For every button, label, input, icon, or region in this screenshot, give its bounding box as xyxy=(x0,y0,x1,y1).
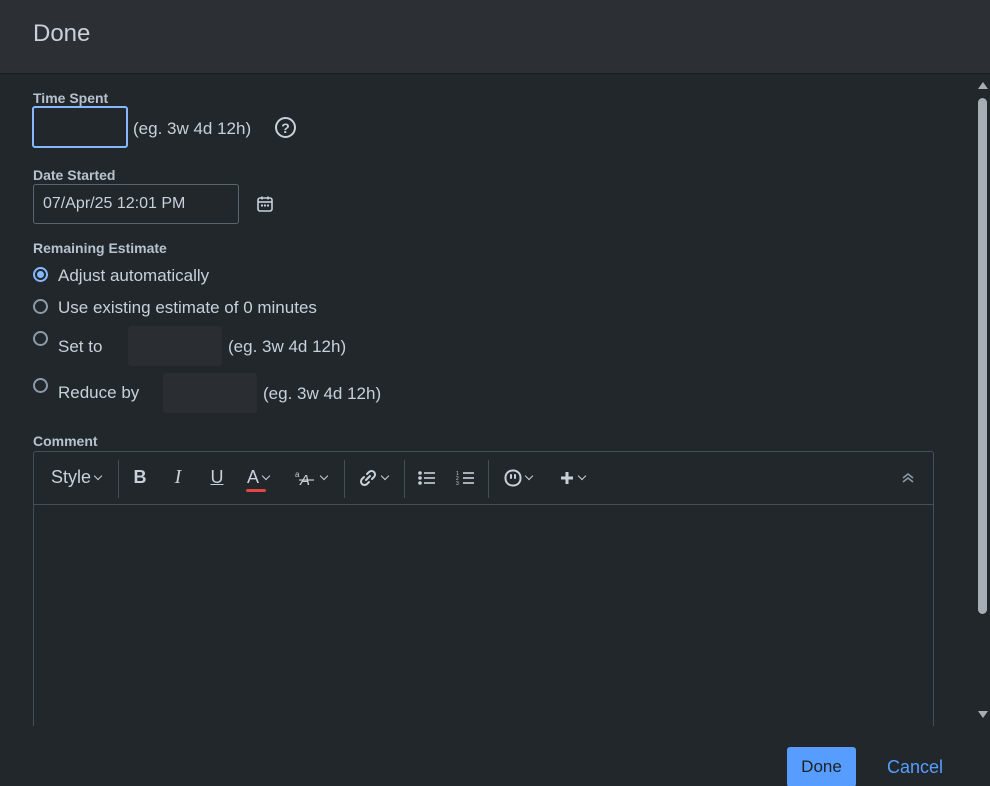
radio-adjust-automatically[interactable] xyxy=(33,267,48,282)
set-to-hint: (eg. 3w 4d 12h) xyxy=(228,337,347,356)
scroll-down-arrow-icon[interactable] xyxy=(978,711,988,718)
cancel-button[interactable]: Cancel xyxy=(876,747,954,786)
scroll-up-arrow-icon[interactable] xyxy=(978,82,988,89)
emoji-button[interactable] xyxy=(498,464,538,491)
editor-toolbar: Style B I U A a A 1 2 3 xyxy=(34,452,933,505)
chevron-down-icon xyxy=(380,471,390,480)
toolbar-divider xyxy=(344,460,345,498)
italic-button[interactable]: I xyxy=(166,464,190,491)
chevron-down-icon xyxy=(261,471,271,480)
collapse-toolbar-button[interactable] xyxy=(898,464,918,491)
remaining-estimate-label: Remaining Estimate xyxy=(33,240,167,256)
radio-use-existing[interactable] xyxy=(33,299,48,314)
comment-text-area[interactable] xyxy=(34,506,933,726)
time-spent-hint: (eg. 3w 4d 12h) xyxy=(133,119,252,138)
radio-reduce-by[interactable] xyxy=(33,378,48,393)
log-work-dialog: Done Time Spent (eg. 3w 4d 12h) ? Date S… xyxy=(0,0,990,786)
link-icon xyxy=(359,469,377,486)
toolbar-divider xyxy=(404,460,405,498)
comment-label: Comment xyxy=(33,433,98,449)
radio-label-reduce-by: Reduce by xyxy=(58,383,140,402)
chevron-down-icon xyxy=(577,471,587,480)
comment-editor: Style B I U A a A 1 2 3 xyxy=(33,451,934,726)
text-formatting-button[interactable]: a A xyxy=(292,464,330,491)
emoji-icon xyxy=(504,469,522,486)
help-icon[interactable]: ? xyxy=(275,117,296,138)
link-button[interactable] xyxy=(354,464,392,491)
chevron-down-icon xyxy=(524,471,534,480)
bullet-list-button[interactable] xyxy=(415,464,439,491)
radio-label-set-to: Set to xyxy=(58,337,103,356)
calendar-icon[interactable] xyxy=(256,195,274,213)
double-chevron-up-icon xyxy=(902,472,914,483)
radio-label-use-existing: Use existing estimate of 0 minutes xyxy=(58,298,317,317)
underline-button[interactable]: U xyxy=(205,464,229,491)
date-started-label: Date Started xyxy=(33,167,116,183)
set-to-input[interactable] xyxy=(128,326,222,366)
text-color-glyph: A xyxy=(246,467,259,487)
toolbar-divider xyxy=(488,460,489,498)
chevron-down-icon xyxy=(319,471,329,480)
bold-button[interactable]: B xyxy=(128,464,152,491)
dialog-body: Time Spent (eg. 3w 4d 12h) ? Date Starte… xyxy=(0,74,975,726)
reduce-by-input[interactable] xyxy=(163,373,257,413)
chevron-down-icon xyxy=(93,471,103,480)
radio-label-adjust-automatically: Adjust automatically xyxy=(58,266,210,285)
bullet-list-icon xyxy=(418,470,435,485)
style-dropdown-label: Style xyxy=(50,467,92,487)
toolbar-divider xyxy=(118,460,119,498)
date-started-input[interactable]: 07/Apr/25 12:01 PM xyxy=(33,184,239,224)
numbered-list-icon: 1 2 3 xyxy=(456,471,474,486)
time-spent-input[interactable] xyxy=(32,106,128,148)
scrollbar[interactable] xyxy=(975,74,990,726)
scrollbar-thumb[interactable] xyxy=(978,98,987,614)
dialog-title: Done xyxy=(33,20,91,47)
reduce-by-hint: (eg. 3w 4d 12h) xyxy=(263,384,382,403)
numbered-list-button[interactable]: 1 2 3 xyxy=(454,464,478,491)
text-color-underline xyxy=(245,489,266,492)
time-spent-label: Time Spent xyxy=(33,90,109,106)
svg-text:3: 3 xyxy=(456,481,459,486)
text-color-icon: A xyxy=(245,467,266,492)
style-dropdown[interactable]: Style xyxy=(48,464,104,491)
dialog-footer: Done Cancel xyxy=(0,726,990,786)
insert-button[interactable] xyxy=(554,464,590,491)
text-style-icon: a A xyxy=(295,470,314,487)
dialog-header: Done xyxy=(0,0,990,74)
text-color-button[interactable]: A xyxy=(240,464,276,492)
plus-icon xyxy=(561,471,573,484)
done-button[interactable]: Done xyxy=(787,747,856,786)
radio-set-to[interactable] xyxy=(33,331,48,346)
